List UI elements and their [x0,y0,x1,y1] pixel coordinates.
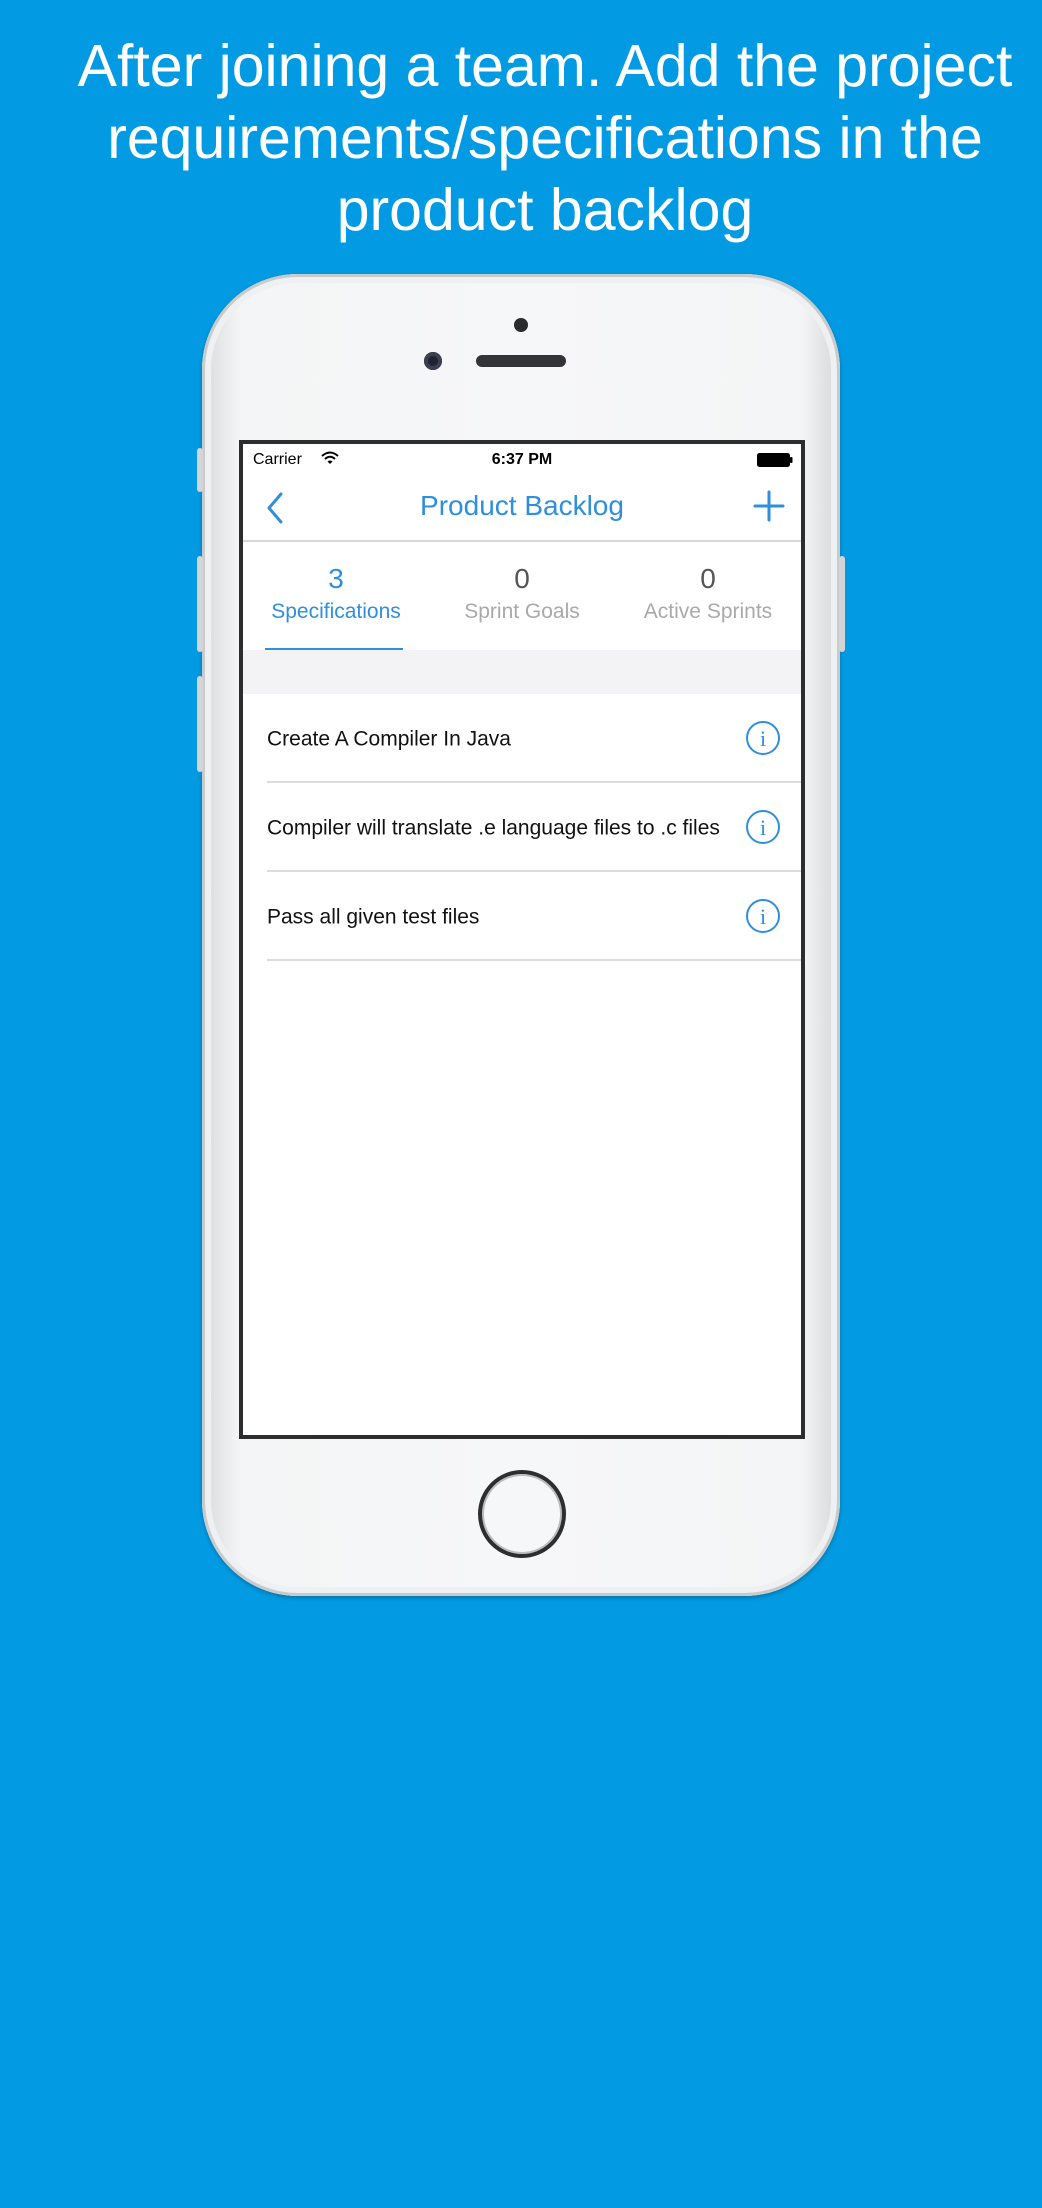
home-button[interactable] [478,1470,566,1558]
tab-label: Active Sprints [643,600,773,623]
tab-count: 0 [700,563,716,594]
tab-count: 3 [328,563,344,594]
tab-label: Sprint Goals [464,600,580,623]
svg-text:i: i [760,904,766,929]
headline-line-1: After joining a team. Add the project [77,33,1013,99]
info-icon[interactable]: i [745,898,781,934]
tab-count: 0 [514,563,530,594]
proximity-sensor [514,318,528,332]
specification-text: Compiler will translate .e language file… [267,816,720,839]
front-camera [424,352,442,370]
info-icon[interactable]: i [745,720,781,756]
list-item[interactable]: Compiler will translate .e language file… [243,783,801,872]
svg-text:i: i [760,815,766,840]
backlog-tabs: 3 Specifications 0 Sprint Goals 0 Active… [243,542,801,651]
power-button [839,556,845,652]
status-bar: Carrier 6:37 PM [243,444,801,472]
specifications-list: Create A Compiler In Java i Compiler wil… [243,694,801,961]
row-divider [267,959,801,961]
tab-specifications[interactable]: 3 Specifications [243,542,429,650]
list-item[interactable]: Create A Compiler In Java i [243,694,801,783]
info-icon[interactable]: i [745,809,781,845]
page-title: Product Backlog [420,490,624,521]
battery-icon [757,453,793,467]
phone-screen: Carrier 6:37 PM Product Backlog 3 Specif… [239,440,805,1439]
volume-up-button [197,556,203,652]
plus-icon[interactable] [749,486,789,526]
navigation-bar: Product Backlog [243,472,801,542]
list-item[interactable]: Pass all given test files i [243,872,801,961]
status-time: 6:37 PM [491,451,553,468]
headline-line-2: requirements/specifications in the [107,105,983,171]
tab-sprint-goals[interactable]: 0 Sprint Goals [429,542,615,650]
earpiece-speaker [476,355,566,367]
mute-switch [197,448,203,492]
specification-text: Create A Compiler In Java [267,727,511,750]
headline-line-3: product backlog [336,177,754,243]
headline: After joining a team. Add the project re… [60,30,1030,246]
volume-down-button [197,676,203,772]
svg-text:i: i [760,726,766,751]
tab-active-sprints[interactable]: 0 Active Sprints [615,542,801,650]
tab-label: Specifications [271,600,401,623]
section-header [243,650,801,694]
specification-text: Pass all given test files [267,905,480,928]
